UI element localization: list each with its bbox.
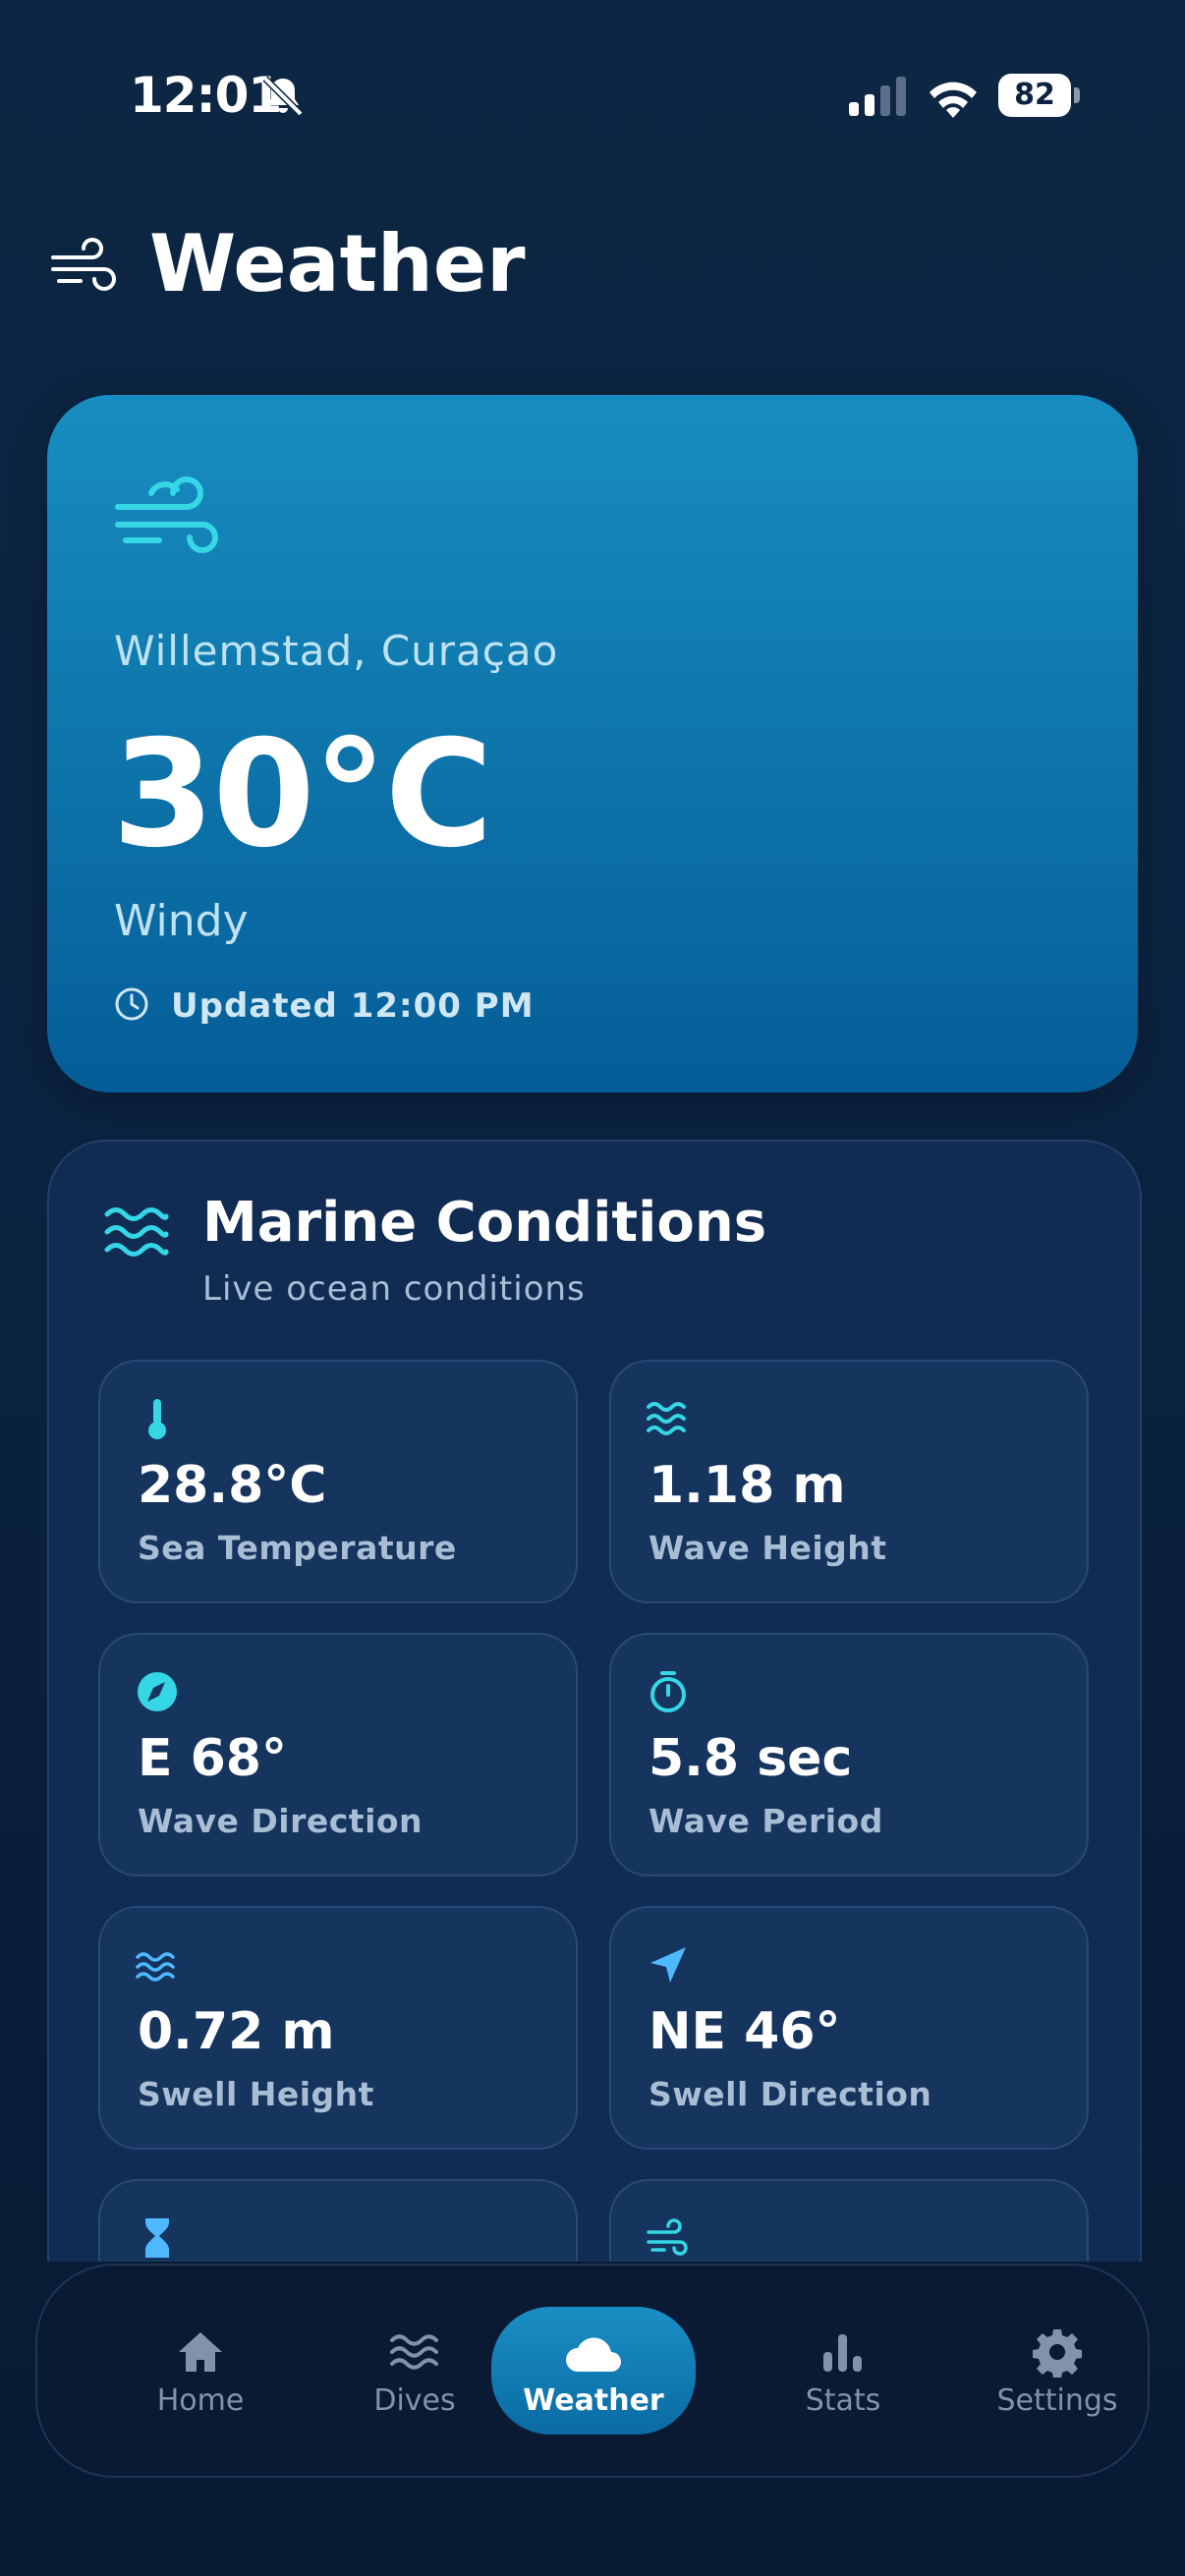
status-bar: 12:01 82 [0,0,1185,187]
tile-label: Wave Height [649,1529,887,1567]
last-updated: Updated 12:00 PM [171,986,535,1026]
wind-icon [115,476,218,553]
tab-home[interactable]: Home [102,2266,299,2476]
wave-height-tile: 1.18 m Wave Height [609,1360,1089,1603]
bell-muted-icon [262,76,304,117]
signal-icon [849,77,906,116]
tile-label: Sea Temperature [138,1529,457,1567]
waves-icon [390,2334,438,2370]
bottom-tab-bar: Home Dives Weather Stats Settings [35,2264,1150,2478]
compass-icon [138,1672,177,1711]
tab-dives[interactable]: Dives [316,2266,513,2476]
marine-conditions-card: Marine Conditions Live ocean conditions … [47,1140,1142,2262]
battery-level: 82 [998,74,1071,117]
swell-direction-tile: NE 46° Swell Direction [609,1906,1089,2150]
tab-label: Dives [373,2383,456,2418]
page-title: Weather [149,218,526,309]
clock-icon [115,987,148,1021]
hourglass-icon [145,2218,169,2258]
tile-label: Wave Period [649,1802,883,1840]
waves-icon [104,1207,169,1257]
waves-icon [647,1402,686,1435]
thermometer-icon [148,1399,166,1439]
tab-settings[interactable]: Settings [959,2266,1156,2476]
tile-value: 5.8 sec [649,1729,853,1788]
wind-tile [609,2179,1089,2262]
current-temperature: 30°C [112,709,493,880]
home-icon [179,2332,222,2372]
tab-stats[interactable]: Stats [745,2266,941,2476]
tile-label: Swell Direction [649,2075,932,2113]
wave-direction-tile: E 68° Wave Direction [98,1633,578,1876]
wifi-icon [930,82,977,118]
sea-temperature-tile: 28.8°C Sea Temperature [98,1360,578,1603]
tile-label: Wave Direction [138,1802,423,1840]
navigation-arrow-icon [650,1947,686,1983]
tile-value: E 68° [138,1729,287,1788]
tile-value: 1.18 m [649,1456,846,1515]
tide-time-tile [98,2179,578,2262]
timer-icon [650,1671,686,1712]
gear-icon [1033,2329,1082,2378]
tab-label: Weather [523,2383,664,2418]
bar-chart-icon [823,2334,862,2372]
tile-value: 28.8°C [138,1456,327,1515]
wave-period-tile: 5.8 sec Wave Period [609,1633,1089,1876]
weather-condition: Windy [114,896,249,946]
tab-label: Settings [996,2383,1118,2418]
location-name: Willemstad, Curaçao [114,627,559,675]
section-subtitle: Live ocean conditions [202,1269,586,1309]
tab-label: Home [156,2383,245,2418]
current-weather-card: Willemstad, Curaçao 30°C Windy Updated 1… [47,395,1138,1092]
tab-weather[interactable]: Weather [491,2307,696,2435]
wind-icon [51,238,116,291]
battery-indicator: 82 [998,74,1081,117]
swell-height-tile: 0.72 m Swell Height [98,1906,578,2150]
tile-label: Swell Height [138,2075,374,2113]
tile-value: NE 46° [649,2002,841,2061]
wind-icon [647,2218,688,2256]
cloud-icon [566,2337,621,2372]
tab-label: Stats [805,2383,881,2418]
tile-value: 0.72 m [138,2002,335,2061]
swell-icon [136,1952,175,1982]
section-title: Marine Conditions [202,1191,767,1255]
